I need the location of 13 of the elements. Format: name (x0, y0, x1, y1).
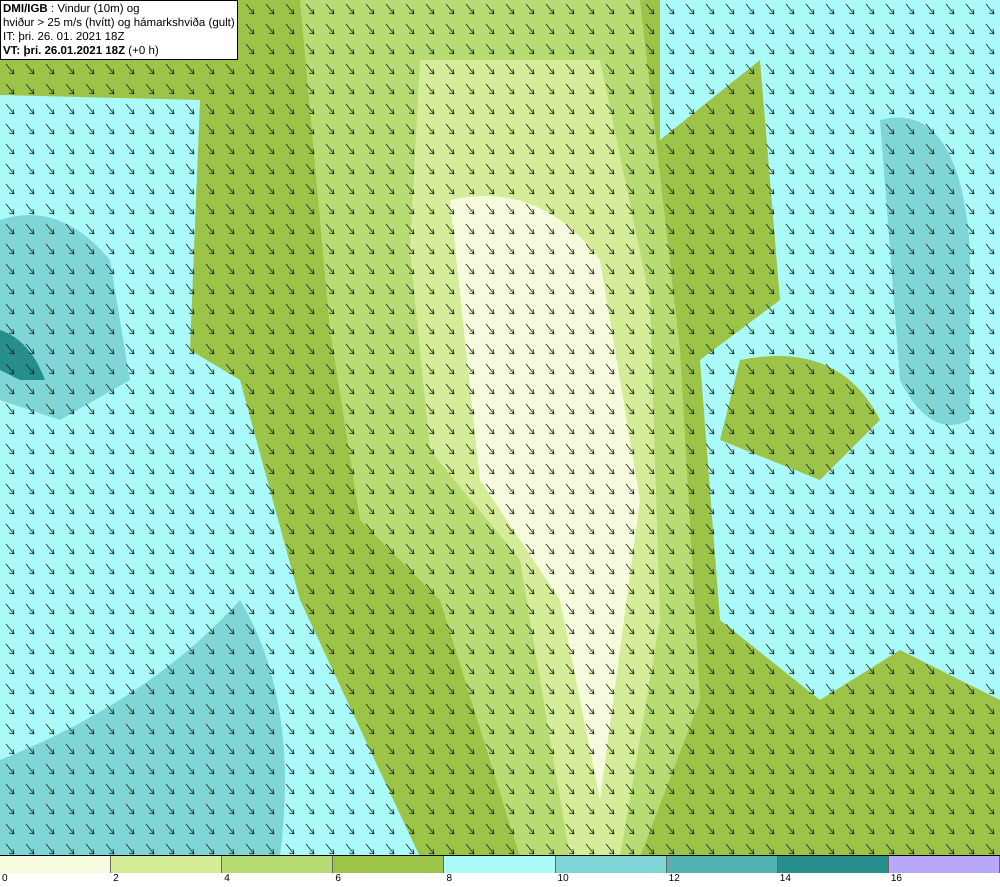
info-line: hviður > 25 m/s (hvítt) og hámarkshviða (gult) (3, 16, 235, 30)
legend-label: 8 (445, 873, 452, 885)
legend-label: 12 (668, 873, 680, 885)
legend-label: 16 (890, 873, 902, 885)
info-line: DMI/IGB : Vindur (10m) og (3, 2, 141, 16)
legend-label: 6 (334, 873, 341, 885)
legend-label: 10 (556, 873, 569, 885)
legend-label: 14 (778, 873, 791, 885)
legend-label: 4 (223, 873, 230, 885)
info-line: IT: þri. 26. 01. 2021 18Z (3, 30, 126, 44)
legend-label: 2 (112, 873, 119, 885)
legend-label: 0 (1, 873, 8, 885)
info-line: VT: þri. 26.01.2021 18Z (+0 h) (3, 44, 160, 58)
